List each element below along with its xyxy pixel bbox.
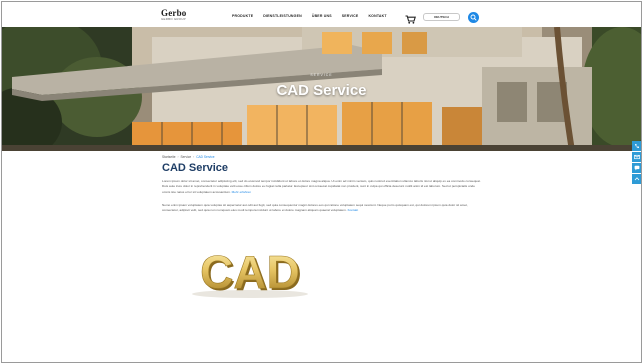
mail-button[interactable] xyxy=(632,152,641,162)
hero-banner: SERVICE CAD Service xyxy=(2,27,641,151)
intro-paragraph-link[interactable]: Mehr erfahren xyxy=(232,190,251,194)
search-icon xyxy=(470,14,477,21)
breadcrumb-current: CAD Service xyxy=(196,155,215,159)
secondary-paragraph-text: Nemo enim ipsam voluptatem quia voluptas… xyxy=(162,203,468,213)
chat-icon xyxy=(634,165,640,171)
nav-item-services[interactable]: DIENSTLEISTUNGEN xyxy=(263,14,302,18)
breadcrumb-home[interactable]: Startseite xyxy=(162,155,175,159)
browser-page: Gerbo GERBO GROUP PRODUKTE DIENSTLEISTUN… xyxy=(1,1,642,363)
breadcrumb-separator: › xyxy=(177,155,179,159)
page-title: CAD Service xyxy=(162,162,229,174)
hero-title: CAD Service xyxy=(276,82,367,99)
cart-icon[interactable] xyxy=(405,11,416,24)
cad-logo-image: CAD CAD xyxy=(192,246,308,300)
nav-item-service[interactable]: SERVICE xyxy=(342,14,359,18)
top-icon xyxy=(634,177,640,181)
intro-paragraph-text: Lorem ipsum dolor sit amet, consectetur … xyxy=(162,179,481,194)
floating-contact-bar xyxy=(632,141,641,184)
phone-icon xyxy=(635,144,639,149)
nav-item-contact[interactable]: KONTAKT xyxy=(368,14,386,18)
logo-tagline: GERBO GROUP xyxy=(161,17,186,21)
phone-button[interactable] xyxy=(632,141,641,151)
cad-image-text: CAD xyxy=(200,246,300,298)
back-to-top-button[interactable] xyxy=(632,174,641,184)
nav-item-about[interactable]: ÜBER UNS xyxy=(312,14,332,18)
nav-item-products[interactable]: PRODUKTE xyxy=(232,14,253,18)
nav-menu: PRODUKTE DIENSTLEISTUNGEN ÜBER UNS SERVI… xyxy=(232,14,387,18)
secondary-paragraph-link[interactable]: Kontakt xyxy=(348,208,359,212)
search-button[interactable] xyxy=(468,12,479,23)
breadcrumb: Startseite › Service › CAD Service xyxy=(162,155,214,159)
top-navigation: Gerbo GERBO GROUP PRODUKTE DIENSTLEISTUN… xyxy=(2,2,641,27)
chat-button[interactable] xyxy=(632,163,641,173)
intro-paragraph: Lorem ipsum dolor sit amet, consectetur … xyxy=(162,179,482,195)
secondary-paragraph: Nemo enim ipsam voluptatem quia voluptas… xyxy=(162,203,482,214)
mail-icon xyxy=(634,154,640,160)
breadcrumb-separator: › xyxy=(193,155,195,159)
language-selector[interactable]: Deutsch xyxy=(423,13,460,21)
hero-kicker: SERVICE xyxy=(310,73,333,77)
breadcrumb-service[interactable]: Service xyxy=(181,155,192,159)
